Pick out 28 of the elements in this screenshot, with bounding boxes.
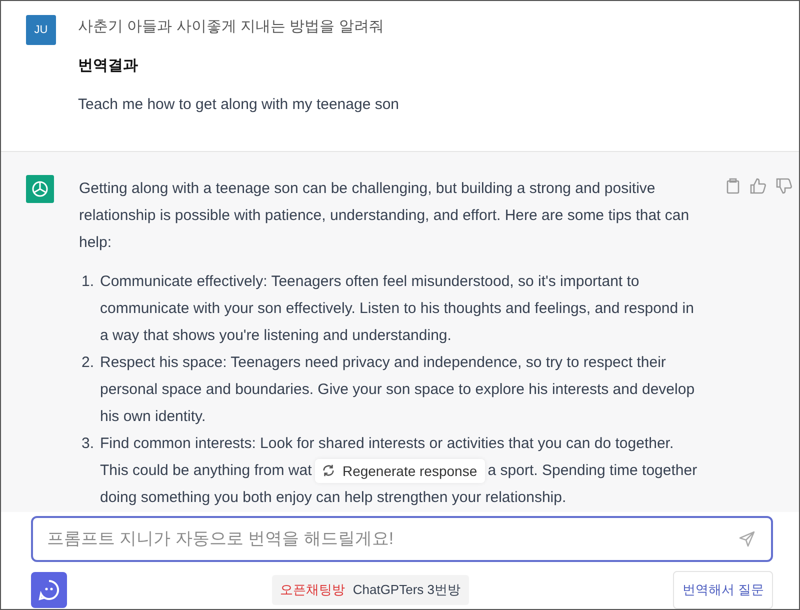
list-item-text: Find common interests: Look for shared interests or activities that you can do together. [100,434,675,454]
list-item-text: doing something you both enjoy can help strengthen your relationship. [100,488,568,508]
thumbs-up-icon[interactable] [750,178,766,194]
thumbs-down-icon[interactable] [776,178,792,194]
list-item-text: This could be anything from wat [100,461,312,481]
translate-ask-button[interactable]: 번역해서 질문 [673,571,773,609]
translated-prompt: Teach me how to get along with my teenage son [78,95,400,115]
refresh-icon [322,464,336,477]
response-paragraph: Getting along with a teenage son can be challenging, but building a strong and positive relationship is possible with patience, understanding, and effort. Here are some tips that can help: [79,179,690,253]
user-prompt: 사춘기 아들과 사이좋게 지내는 방법을 알려줘 [78,17,385,37]
chat-bubble-icon [38,579,60,601]
translation-heading: 번역결과 [78,56,139,76]
list-item-text: a sport. Spending time together [488,461,698,481]
chat-room-name: ChatGPTers 3번방 [352,581,461,599]
send-icon[interactable] [739,531,755,547]
list-item-text: Respect his space: Teenagers need privacy and independence, so try to respect their personal space and boundaries. Give your son space to explore his interests and develop his own identity. [100,353,696,427]
assistant-logo-icon [26,175,54,203]
list-number: 2. [80,353,94,373]
copy-icon[interactable] [726,178,740,194]
prompt-input[interactable]: 프롬프트 지니가 자동으로 번역을 해드릴게요! [31,516,773,562]
list-item-text: Communicate effectively: Teenagers often feel misunderstood, so it's important to communicate with your son effectively. Listen to his thoughts and feelings, and respond in a way that shows you're listening and understanding. [100,272,695,346]
open-chat-link[interactable]: 오픈채팅방 ChatGPTers 3번방 [272,575,469,605]
list-number: 3. [80,434,94,454]
list-number: 1. [80,272,94,292]
chat-bubble-button[interactable] [31,572,67,608]
regenerate-button[interactable]: Regenerate response [314,458,485,482]
open-chat-label: 오픈채팅방 [280,581,345,599]
user-avatar: JU [26,15,56,45]
